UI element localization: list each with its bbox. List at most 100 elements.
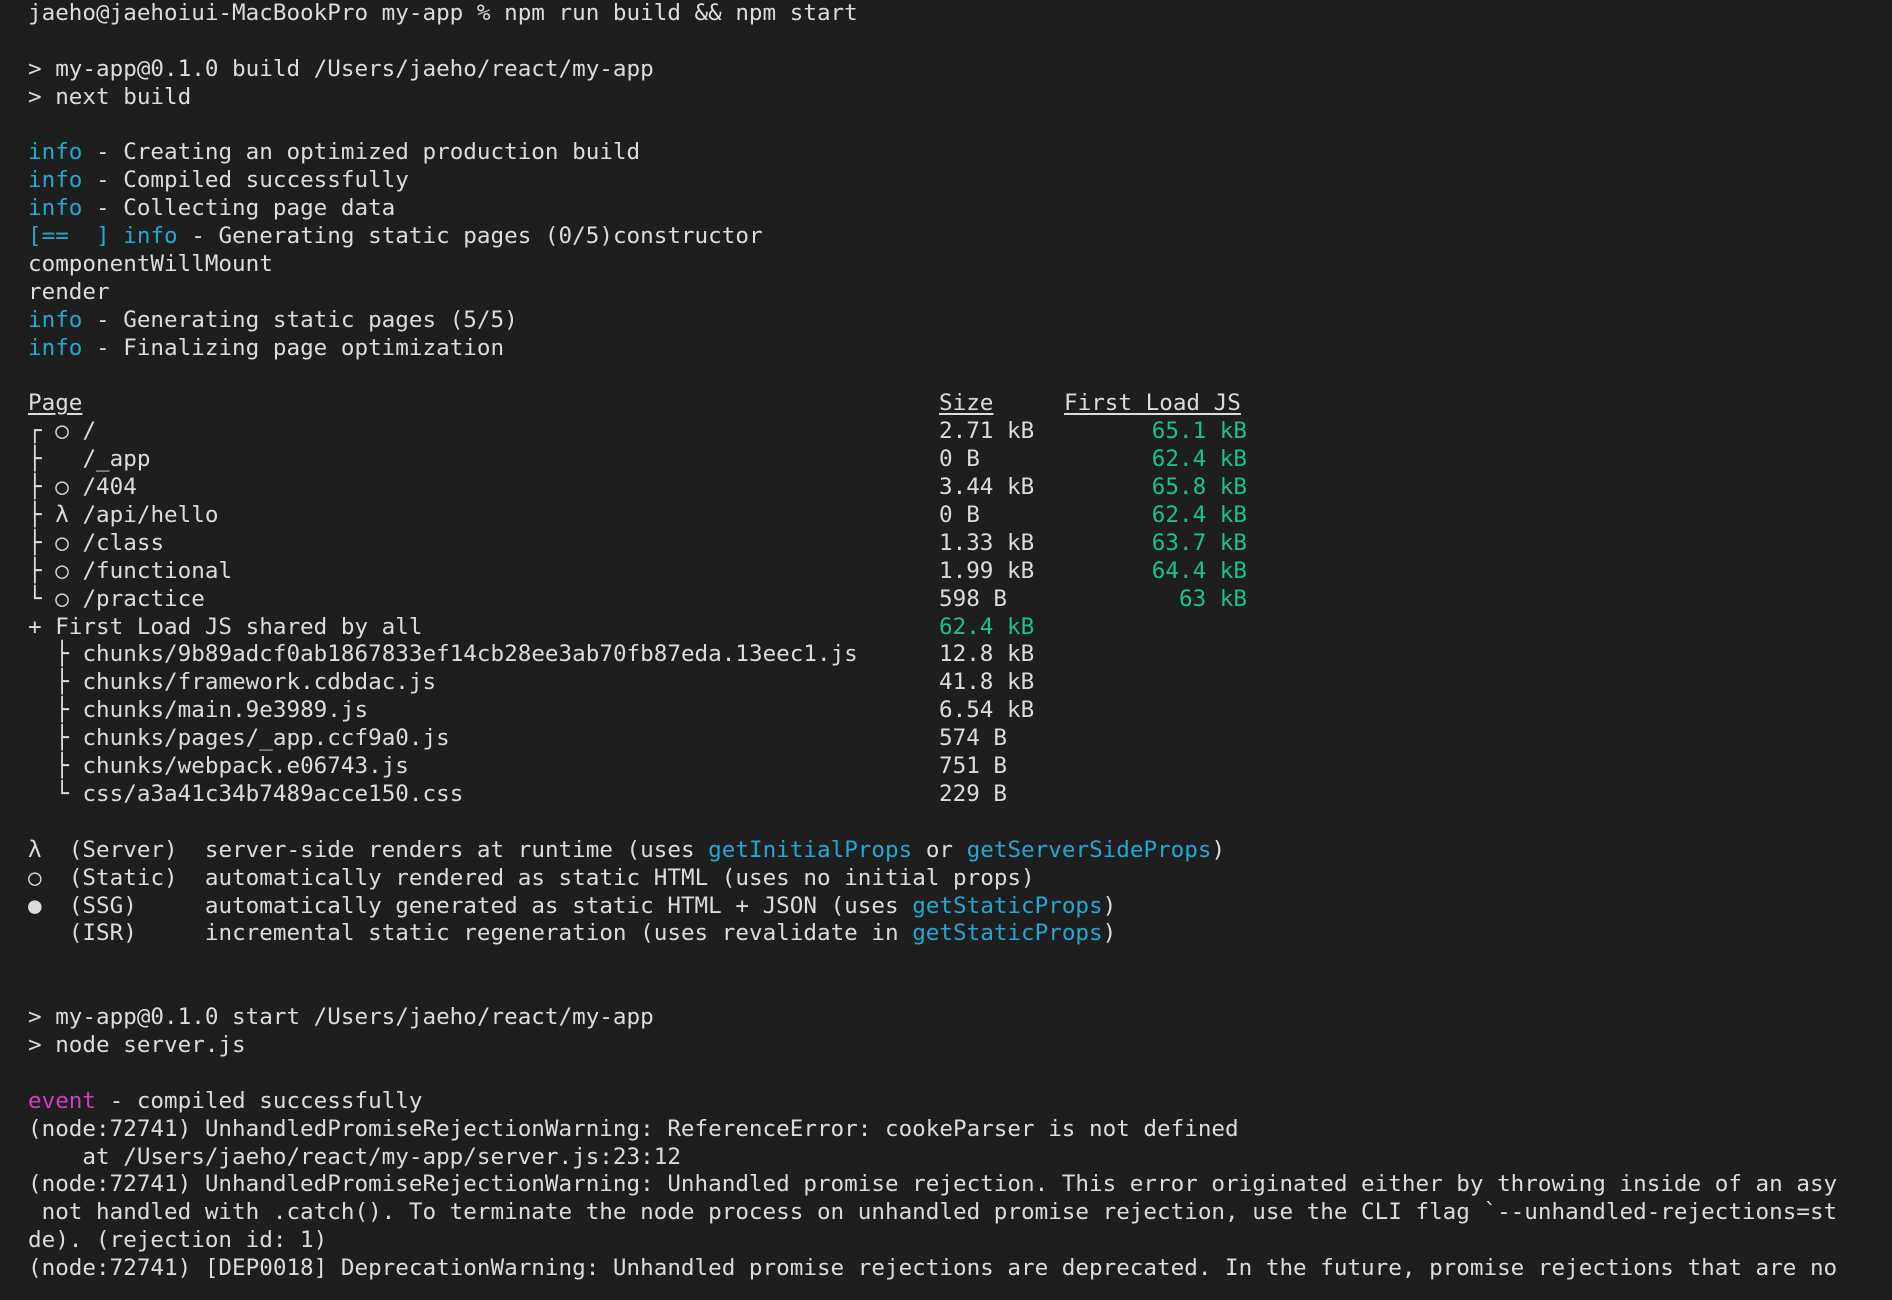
route-type-icon: ○ [55, 529, 69, 556]
route-path: /404 [82, 474, 137, 501]
legend-static: ○ (Static) automatically rendered as sta… [28, 865, 1892, 893]
route-size: 1.33 kB [939, 529, 1035, 556]
log-text: - Generating static pages (0/5)construct… [177, 223, 763, 250]
chunk-name: chunks/webpack.e06743.js [82, 753, 409, 780]
error-line: (node:72741) [DEP0018] DeprecationWarnin… [28, 1255, 1838, 1282]
route-table: ┌ ○ /2.71 kB 65.1 kB ├ /_app 0 B 62.4 kB ├ ○ … [28, 418, 1892, 613]
route-first-load: 62.4 kB [1151, 446, 1247, 473]
route-type-icon: ○ [55, 557, 69, 584]
table-header: Page Size First Load JS [28, 390, 1892, 418]
error-line: (node:72741) UnhandledPromiseRejectionWa… [28, 1171, 1838, 1198]
log-line: info - Creating an optimized production … [28, 139, 1892, 167]
list-item: ├ chunks/pages/_app.ccf9a0.js 574 B [28, 725, 1892, 753]
start-script-line: > my-app@0.1.0 start /Users/jaeho/react/… [28, 1004, 654, 1031]
legend-text: or [912, 836, 967, 863]
list-item: ├ chunks/framework.cdbdac.js 41.8 kB [28, 669, 1892, 697]
route-first-load: 65.8 kB [1151, 474, 1247, 501]
header-page: Page [28, 390, 83, 417]
log-line: [== ] info - Generating static pages (0/… [28, 223, 1892, 251]
log-line: info - Collecting page data [28, 195, 1892, 223]
legend-text: ) [1102, 892, 1117, 919]
tree-branch: ├ [28, 557, 42, 584]
route-path: /api/hello [82, 502, 219, 529]
table-row: ├ λ /api/hello 0 B 62.4 kB [28, 502, 1892, 530]
error-line: at /Users/jaeho/react/my-app/server.js:2… [28, 1143, 681, 1170]
info-tag: info [123, 223, 178, 250]
route-size: 1.99 kB [939, 557, 1035, 584]
lifecycle-line: componentWillMount [28, 251, 273, 278]
info-tag: info [28, 167, 83, 194]
info-tag: info [28, 334, 83, 361]
route-first-load: 63 kB [1178, 585, 1247, 612]
chunk-size: 751 B [939, 753, 1008, 780]
log-text: - Creating an optimized production build [82, 139, 641, 166]
tree-branch: └ [28, 585, 42, 612]
log-text: - Collecting page data [82, 195, 396, 222]
tree-branch: ┌ [28, 418, 42, 445]
route-type-icon: ○ [55, 418, 69, 445]
header-size: Size [939, 390, 994, 417]
chunk-size: 6.54 kB [939, 697, 1035, 724]
tree-branch: ├ [28, 529, 42, 556]
route-first-load: 62.4 kB [1151, 502, 1247, 529]
log-line: info - Finalizing page optimization [28, 335, 1892, 363]
event-text: - compiled successfully [96, 1087, 423, 1114]
table-row: └ ○ /practice 598 B 63 kB [28, 586, 1892, 614]
route-type-icon [55, 446, 69, 472]
route-type-icon: ○ [55, 474, 69, 501]
log-text: - Finalizing page optimization [82, 334, 505, 361]
route-size: 3.44 kB [939, 474, 1035, 501]
info-tag: info [28, 306, 83, 333]
tree-branch: ├ [55, 697, 69, 724]
list-item: ├ chunks/main.9e3989.js 6.54 kB [28, 697, 1892, 725]
legend-text: automatically generated as static HTML +… [204, 892, 913, 919]
chunk-name: css/a3a41c34b7489acce150.css [82, 780, 464, 807]
legend-kind: (Static) [68, 864, 178, 891]
node-server-line: > node server.js [28, 1031, 246, 1058]
chunk-name: chunks/main.9e3989.js [82, 697, 369, 724]
terminal-window[interactable]: jaeho@jaehoiui-MacBookPro my-app % npm r… [0, 0, 1892, 1300]
chunk-size: 229 B [939, 780, 1008, 807]
legend-fn: getStaticProps [912, 892, 1103, 919]
route-first-load: 63.7 kB [1151, 529, 1247, 556]
chunk-name: chunks/pages/_app.ccf9a0.js [82, 725, 450, 752]
table-row: ├ ○ /functional 1.99 kB 64.4 kB [28, 558, 1892, 586]
event-tag: event [28, 1087, 97, 1114]
route-type-icon: λ [55, 502, 69, 529]
legend-fn: getInitialProps [708, 836, 913, 863]
tree-branch: ├ [55, 725, 69, 752]
route-path: / [82, 418, 97, 445]
legend-kind: (SSG) [68, 892, 137, 919]
route-size: 2.71 kB [939, 418, 1035, 445]
legend-text: ) [1211, 836, 1226, 863]
next-build-line: > next build [28, 83, 192, 110]
legend-text: incremental static regeneration (uses re… [204, 920, 913, 947]
tree-branch: ├ [28, 502, 42, 529]
progress-bar: [== ] [28, 223, 110, 250]
legend-server: λ (Server) server-side renders at runtim… [28, 837, 1892, 865]
tree-branch: └ [55, 780, 69, 807]
tree-branch: ├ [55, 753, 69, 780]
route-path: /practice [82, 585, 205, 612]
shared-label: + First Load JS shared by all [28, 613, 423, 640]
list-item: ├ chunks/webpack.e06743.js 751 B [28, 753, 1892, 781]
route-first-load: 65.1 kB [1151, 418, 1247, 445]
route-first-load: 64.4 kB [1151, 557, 1247, 584]
info-tag: info [28, 195, 83, 222]
route-path: /_app [82, 446, 151, 473]
chunk-size: 574 B [939, 725, 1008, 752]
command-line: jaeho@jaehoiui-MacBookPro my-app % npm r… [28, 0, 858, 26]
tree-branch: ├ [28, 474, 42, 501]
table-row: ├ ○ /404 3.44 kB 65.8 kB [28, 474, 1892, 502]
list-item: └ css/a3a41c34b7489acce150.css 229 B [28, 781, 1892, 809]
chunk-size: 12.8 kB [939, 641, 1035, 668]
info-tag: info [28, 139, 83, 166]
legend-fn: getStaticProps [912, 920, 1103, 947]
log-text: - Generating static pages (5/5) [82, 306, 518, 333]
error-line: (node:72741) UnhandledPromiseRejectionWa… [28, 1115, 1239, 1142]
legend-fn: getServerSideProps [966, 836, 1212, 863]
